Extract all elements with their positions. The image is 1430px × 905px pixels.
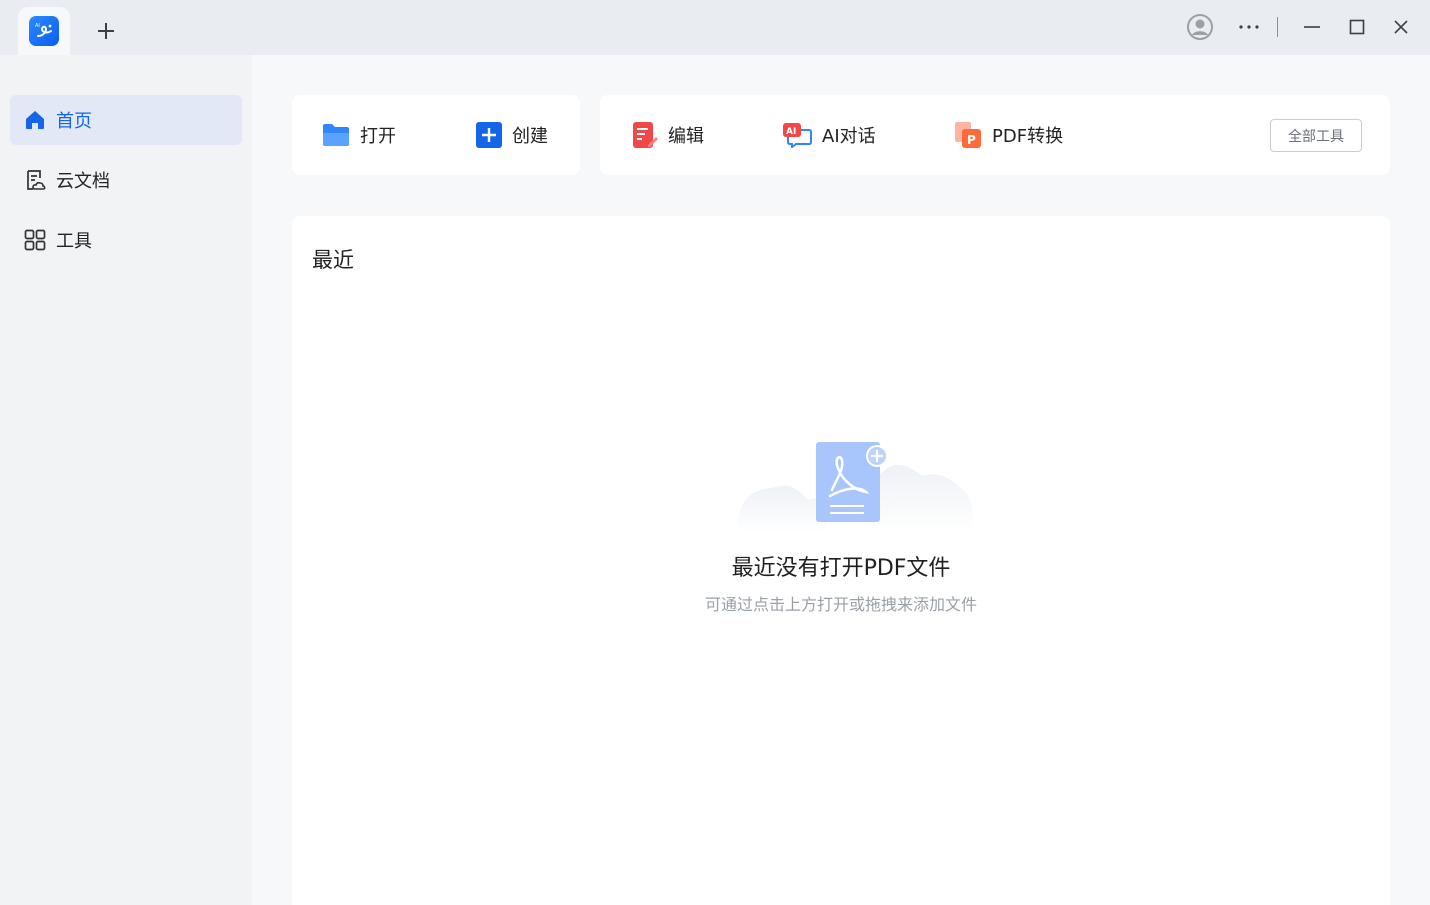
sidebar-item-tools[interactable]: 工具: [10, 215, 242, 265]
recent-title: 最近: [312, 248, 354, 272]
home-tab[interactable]: AI: [18, 7, 70, 55]
maximize-button[interactable]: [1342, 12, 1372, 42]
create-label: 创建: [512, 126, 548, 147]
plus-square-icon: [476, 122, 502, 148]
all-tools-button[interactable]: 全部工具: [1270, 119, 1362, 152]
sidebar-item-label: 首页: [56, 111, 92, 132]
empty-pdf-illustration-icon: [737, 442, 974, 532]
ai-chat-label: AI对话: [822, 126, 876, 147]
ai-badge-text: AI: [786, 127, 796, 137]
sidebar-item-cloud-docs[interactable]: 云文档: [10, 155, 242, 205]
edit-doc-icon: [633, 122, 658, 148]
pdf-convert-label: PDF转换: [992, 126, 1064, 147]
tools-card: 编辑 AI AI对话 P PDF转换 全部工具: [600, 95, 1390, 175]
user-avatar-icon: [1187, 14, 1213, 40]
account-button[interactable]: [1185, 12, 1215, 42]
sidebar-item-home[interactable]: 首页: [10, 95, 242, 145]
grid-icon: [24, 229, 46, 251]
cloud-doc-icon: [27, 170, 46, 190]
empty-state-hint: 可通过点击上方打开或拖拽来添加文件: [704, 595, 977, 614]
ai-chat-tool-button[interactable]: AI AI对话: [782, 95, 876, 175]
ai-chat-icon: AI: [783, 123, 812, 148]
folder-open-icon: [323, 124, 349, 146]
new-tab-button[interactable]: [92, 17, 120, 45]
pdf-badge-text: P: [967, 133, 976, 147]
titlebar-divider: [1277, 17, 1278, 37]
more-menu-button[interactable]: [1234, 12, 1264, 42]
plus-icon: [98, 23, 114, 39]
home-icon: [26, 111, 44, 129]
recent-panel: 最近 最近没有打开PDF文件 可通过点击上方打开或拖拽来添加文件: [292, 216, 1390, 905]
pdf-convert-tool-button[interactable]: P PDF转换: [954, 95, 1063, 175]
more-icon: [1239, 25, 1259, 29]
sidebar: 首页 云文档 工具: [0, 55, 252, 905]
maximize-icon: [1349, 19, 1365, 35]
create-button[interactable]: 创建: [476, 95, 548, 175]
minimize-button[interactable]: [1297, 12, 1327, 42]
edit-tool-button[interactable]: 编辑: [632, 95, 704, 175]
svg-text:AI: AI: [35, 23, 40, 29]
close-icon: [1394, 20, 1408, 34]
title-bar: AI: [0, 0, 1430, 55]
empty-state-title: 最近没有打开PDF文件: [731, 556, 951, 581]
open-button[interactable]: 打开: [322, 95, 396, 175]
app-logo-icon: AI: [29, 16, 59, 46]
open-label: 打开: [360, 126, 396, 147]
edit-label: 编辑: [668, 126, 704, 147]
sidebar-item-label: 云文档: [56, 171, 110, 192]
close-button[interactable]: [1386, 12, 1416, 42]
minimize-icon: [1304, 26, 1320, 28]
pdf-convert-icon: P: [955, 122, 981, 148]
sidebar-item-label: 工具: [56, 231, 92, 252]
quick-actions-card: 打开 创建: [292, 95, 580, 175]
